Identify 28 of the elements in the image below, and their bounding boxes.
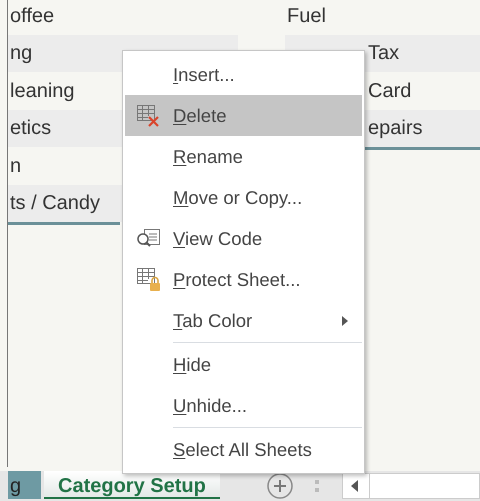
menu-item[interactable]: Move or Copy... bbox=[125, 177, 362, 218]
table-cell-text: ts / Candy bbox=[10, 191, 100, 216]
table-cell-text: epairs bbox=[368, 116, 422, 142]
protect-sheet-icon bbox=[136, 266, 162, 292]
sheet-tab[interactable]: g bbox=[8, 471, 41, 499]
delete-sheet-icon bbox=[136, 104, 162, 128]
menu-item[interactable]: Hide bbox=[125, 344, 362, 385]
table-cell-text: offee bbox=[10, 4, 54, 29]
menu-item[interactable]: Select All Sheets bbox=[125, 429, 362, 470]
menu-item[interactable]: Tab Color bbox=[125, 300, 362, 341]
menu-item[interactable]: View Code bbox=[125, 218, 362, 259]
table-cell-text: Fuel bbox=[287, 4, 326, 29]
menu-item[interactable]: Insert... bbox=[125, 54, 362, 95]
view-code-icon bbox=[136, 228, 162, 250]
add-sheet-icon[interactable] bbox=[266, 472, 294, 500]
sheet-tab[interactable]: Category Setup bbox=[44, 471, 220, 499]
menu-item[interactable]: Rename bbox=[125, 136, 362, 177]
horizontal-scrollbar[interactable] bbox=[342, 473, 480, 499]
table-cell-text: Card bbox=[368, 78, 412, 104]
menu-item[interactable]: Delete bbox=[125, 95, 362, 136]
table-cell-text: leaning bbox=[10, 78, 75, 104]
table-cell-text: ng bbox=[10, 41, 32, 66]
menu-item[interactable]: Unhide... bbox=[125, 385, 362, 426]
scroll-left-icon[interactable] bbox=[350, 480, 359, 492]
table-cell-text: etics bbox=[10, 116, 52, 142]
menu-item[interactable]: Protect Sheet... bbox=[125, 259, 362, 300]
table-cell-text: n bbox=[10, 154, 22, 179]
table-cell-text: Tax bbox=[368, 41, 400, 66]
